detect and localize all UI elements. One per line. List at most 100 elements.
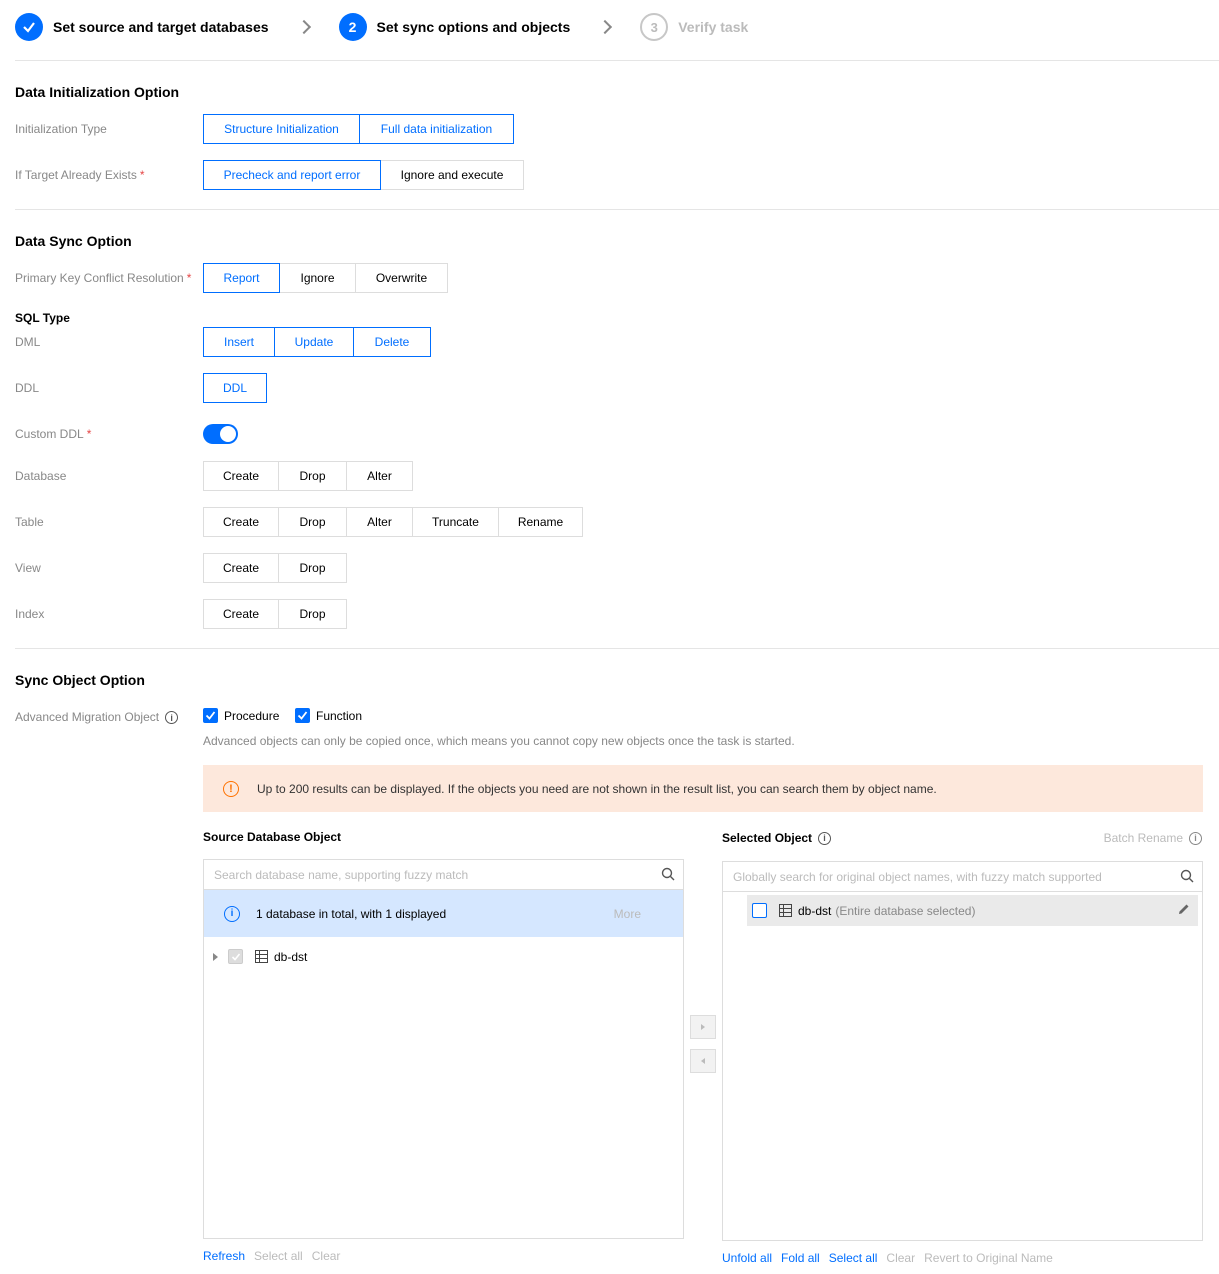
unfold-all-link[interactable]: Unfold all — [722, 1251, 772, 1265]
table-label: Table — [15, 515, 44, 529]
dml-group: Insert Update Delete — [203, 327, 431, 357]
pk-conflict-label: Primary Key Conflict Resolution * — [15, 271, 192, 285]
source-info-text: 1 database in total, with 1 displayed — [256, 906, 447, 921]
refresh-link[interactable]: Refresh — [203, 1249, 245, 1263]
full-data-init-button[interactable]: Full data initialization — [359, 114, 514, 144]
selected-panel-title: Selected Object i — [722, 831, 832, 845]
sync-object-title: Sync Object Option — [15, 672, 145, 688]
step-2-label: Set sync options and objects — [376, 19, 571, 35]
edit-icon[interactable] — [1178, 903, 1190, 915]
select-all-link[interactable]: Select all — [254, 1249, 303, 1263]
tree-item-label: db-dst — [274, 949, 308, 964]
pk-conflict-group: Report Ignore Overwrite — [203, 263, 448, 293]
ddl-button[interactable]: DDL — [203, 373, 267, 403]
step-3[interactable]: 3 Verify task — [640, 13, 748, 41]
ddl-label: DDL — [15, 381, 40, 395]
view-drop-button[interactable]: Drop — [278, 553, 347, 583]
divider — [15, 209, 1219, 210]
tree-item[interactable]: db-dst — [213, 949, 307, 964]
table-drop-button[interactable]: Drop — [278, 507, 347, 537]
move-left-button[interactable] — [690, 1049, 716, 1073]
toggle-knob — [220, 426, 236, 442]
index-create-button[interactable]: Create — [203, 599, 279, 629]
database-icon — [779, 904, 792, 917]
index-drop-button[interactable]: Drop — [278, 599, 347, 629]
custom-ddl-label: Custom DDL * — [15, 427, 92, 441]
info-icon[interactable]: i — [165, 711, 179, 725]
info-icon[interactable]: i — [1189, 831, 1202, 845]
db-drop-button[interactable]: Drop — [278, 461, 347, 491]
ignore-button[interactable]: Ignore — [279, 263, 356, 293]
chevron-right-icon — [296, 19, 311, 35]
search-icon[interactable] — [661, 867, 675, 881]
source-panel: i 1 database in total, with 1 displayed … — [203, 859, 684, 1239]
select-all-link[interactable]: Select all — [829, 1251, 878, 1265]
source-info-bar: i 1 database in total, with 1 displayed … — [204, 890, 683, 937]
selected-item[interactable]: db-dst (Entire database selected) — [747, 895, 1198, 926]
index-label: Index — [15, 607, 45, 621]
procedure-label: Procedure — [224, 708, 280, 723]
checkbox-checked-icon — [203, 708, 218, 723]
arrow-left-icon — [701, 1058, 705, 1064]
warning-banner: ! Up to 200 results can be displayed. If… — [203, 765, 1203, 812]
procedure-checkbox[interactable]: Procedure — [203, 708, 279, 723]
function-checkbox[interactable]: Function — [295, 708, 362, 723]
view-create-button[interactable]: Create — [203, 553, 279, 583]
source-links: Refresh Select all Clear — [203, 1249, 349, 1263]
ddl-group: DDL — [203, 373, 267, 403]
function-label: Function — [316, 708, 363, 723]
view-ddl-group: Create Drop — [203, 553, 347, 583]
precheck-report-button[interactable]: Precheck and report error — [203, 160, 381, 190]
view-label: View — [15, 561, 41, 575]
index-ddl-group: Create Drop — [203, 599, 347, 629]
selected-item-label: db-dst — [798, 903, 832, 918]
overwrite-button[interactable]: Overwrite — [355, 263, 448, 293]
database-label: Database — [15, 469, 67, 483]
data-init-title: Data Initialization Option — [15, 84, 180, 100]
table-truncate-button[interactable]: Truncate — [412, 507, 499, 537]
init-type-group: Structure Initialization Full data initi… — [203, 114, 514, 144]
ignore-execute-button[interactable]: Ignore and execute — [380, 160, 524, 190]
info-icon: i — [224, 905, 240, 922]
source-search — [204, 860, 683, 890]
init-type-label: Initialization Type — [15, 122, 107, 136]
step-2[interactable]: 2 Set sync options and objects — [338, 13, 571, 41]
table-alter-button[interactable]: Alter — [346, 507, 413, 537]
step-1-label: Set source and target databases — [53, 19, 269, 35]
dml-label: DML — [15, 335, 41, 349]
table-create-button[interactable]: Create — [203, 507, 279, 537]
fold-all-link[interactable]: Fold all — [781, 1251, 820, 1265]
move-right-button[interactable] — [690, 1015, 716, 1039]
search-icon[interactable] — [1180, 869, 1194, 883]
db-alter-button[interactable]: Alter — [346, 461, 413, 491]
step-1[interactable]: Set source and target databases — [15, 13, 269, 41]
dml-delete-button[interactable]: Delete — [353, 327, 431, 357]
structure-init-button[interactable]: Structure Initialization — [203, 114, 360, 144]
adv-migration-label: Advanced Migration Object i — [15, 710, 179, 725]
batch-rename[interactable]: Batch Rename i — [1104, 831, 1202, 845]
target-exists-group: Precheck and report error Ignore and exe… — [203, 160, 524, 190]
report-button[interactable]: Report — [203, 263, 280, 293]
source-search-input[interactable] — [214, 867, 637, 882]
clear-link[interactable]: Clear — [312, 1249, 341, 1263]
more-link[interactable]: More — [614, 907, 641, 921]
selected-search-input[interactable] — [733, 869, 1156, 884]
divider — [15, 60, 1219, 61]
db-create-button[interactable]: Create — [203, 461, 279, 491]
checkbox-disabled-icon[interactable] — [228, 949, 243, 964]
table-rename-button[interactable]: Rename — [498, 507, 583, 537]
custom-ddl-toggle[interactable] — [203, 424, 238, 444]
expand-caret-icon[interactable] — [213, 952, 218, 961]
item-checkbox[interactable] — [752, 903, 767, 918]
info-icon[interactable]: i — [818, 831, 832, 845]
dml-insert-button[interactable]: Insert — [203, 327, 275, 357]
dml-update-button[interactable]: Update — [274, 327, 354, 357]
sql-type-title: SQL Type — [15, 311, 70, 325]
selected-links: Unfold all Fold all Select all Clear Rev… — [722, 1251, 1062, 1265]
clear-link[interactable]: Clear — [886, 1251, 915, 1265]
step-3-label: Verify task — [678, 19, 749, 35]
warning-icon: ! — [223, 780, 239, 797]
revert-name-link[interactable]: Revert to Original Name — [924, 1251, 1053, 1265]
data-sync-title: Data Sync Option — [15, 233, 132, 249]
database-ddl-group: Create Drop Alter — [203, 461, 413, 491]
